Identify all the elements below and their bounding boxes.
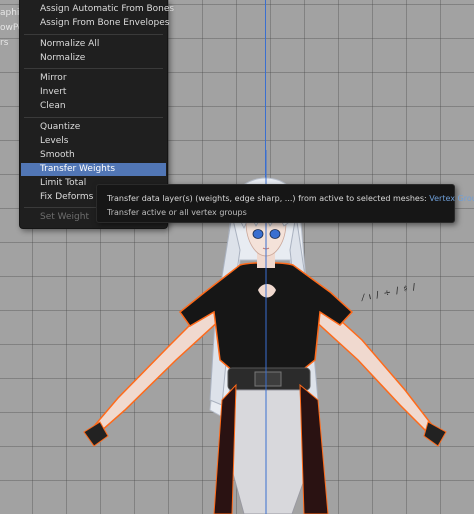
right-arm (311, 298, 433, 434)
menu-item-invert[interactable]: Invert (21, 86, 166, 99)
tooltip-subtitle: Transfer active or all vertex groups (107, 208, 247, 217)
menu-item-levels[interactable]: Levels (21, 135, 166, 148)
coat-tail-right (299, 383, 329, 514)
menu-item-transfer-weights[interactable]: Transfer Weights (21, 163, 166, 176)
right-eye (269, 229, 281, 239)
left-arm (94, 298, 223, 434)
tooltip: Transfer data layer(s) (weights, edge sh… (96, 184, 474, 223)
left-eye (252, 229, 264, 239)
menu-item-normalize-all[interactable]: Normalize All (21, 38, 166, 51)
menu-item-assign-from-bone-envelopes[interactable]: Assign From Bone Envelopes (21, 17, 169, 30)
tooltip-value: Vertex Group(s) (429, 194, 474, 203)
tooltip-description-line: Transfer data layer(s) (weights, edge sh… (107, 194, 474, 203)
menu-separator (24, 68, 163, 69)
menu-item-assign-automatic-from-bones[interactable]: Assign Automatic From Bones (21, 3, 174, 16)
menu-item-normalize[interactable]: Normalize (21, 52, 166, 65)
menu-item-smooth[interactable]: Smooth (21, 149, 166, 162)
menu-item-clean[interactable]: Clean (21, 100, 166, 113)
right-hand (423, 421, 447, 447)
menu-separator (24, 34, 163, 35)
menu-item-quantize[interactable]: Quantize (21, 121, 166, 134)
menu-separator (24, 117, 163, 118)
menu-item-mirror[interactable]: Mirror (21, 72, 166, 85)
skirt (231, 389, 307, 514)
tooltip-description: Transfer data layer(s) (weights, edge sh… (107, 194, 427, 203)
belt-buckle (254, 371, 282, 387)
